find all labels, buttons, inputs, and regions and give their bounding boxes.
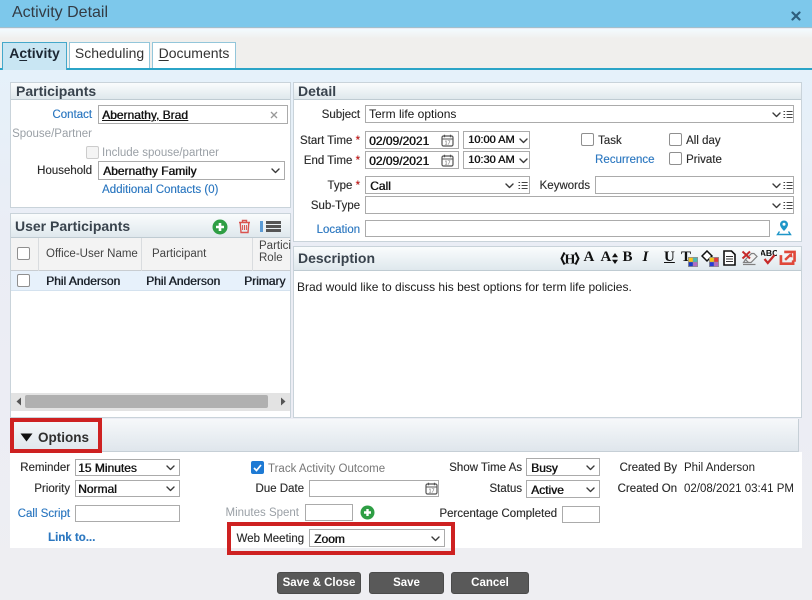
svg-text:17: 17 xyxy=(444,161,450,167)
svg-text:17: 17 xyxy=(444,141,450,147)
svg-text:H: H xyxy=(565,253,576,266)
